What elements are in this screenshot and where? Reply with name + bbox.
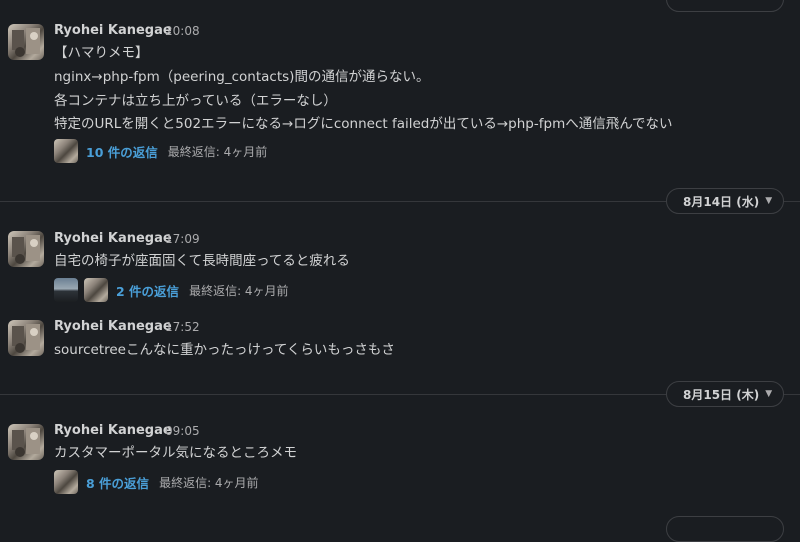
message-text-line: 特定のURLを開くと502エラーになる→ログにconnect failedが出て… (54, 116, 673, 132)
message-text-line: 自宅の椅子が座面固くて長時間座ってると疲れる (54, 253, 350, 269)
date-separator-pill-partial[interactable] (666, 516, 784, 542)
message-timestamp[interactable]: 17:52 (165, 320, 200, 334)
message-text-line: 各コンテナは立ち上がっている（エラーなし） (54, 93, 337, 109)
last-reply-time: 最終返信: 4ヶ月前 (167, 144, 268, 159)
message-text-line: 【ハマりメモ】 (54, 45, 149, 61)
avatar[interactable] (8, 320, 44, 356)
date-label: 8月15日 (木) (683, 387, 760, 402)
reply-count-link[interactable]: 2 件の返信 (116, 281, 179, 300)
avatar[interactable] (8, 24, 44, 60)
message-timestamp[interactable]: 17:09 (165, 232, 200, 246)
reply-count-link[interactable]: 10 件の返信 (86, 142, 158, 161)
message-timestamp[interactable]: 09:05 (165, 424, 200, 438)
message-author[interactable]: Ryohei Kanegae (54, 231, 172, 246)
last-reply-time: 最終返信: 4ヶ月前 (159, 475, 259, 490)
avatar[interactable] (8, 424, 44, 460)
thread-replies-bar[interactable]: 10 件の返信 最終返信: 4ヶ月前 (54, 138, 267, 164)
chevron-down-icon: ▼ (765, 389, 773, 399)
reply-count-link[interactable]: 8 件の返信 (86, 473, 149, 492)
last-reply-time: 最終返信: 4ヶ月前 (189, 283, 289, 298)
avatar[interactable] (8, 231, 44, 267)
date-label: 8月14日 (水) (683, 194, 760, 209)
thread-replies-bar[interactable]: 2 件の返信 最終返信: 4ヶ月前 (54, 277, 289, 303)
chevron-down-icon: ▼ (765, 196, 773, 206)
reply-avatar (84, 278, 108, 302)
reply-avatar (54, 470, 78, 494)
message-timestamp[interactable]: 20:08 (165, 24, 200, 38)
message-author[interactable]: Ryohei Kanegae (54, 319, 172, 334)
reply-avatar (54, 139, 78, 163)
date-separator-pill[interactable]: 8月15日 (木) ▼ (666, 381, 784, 407)
reply-avatar (54, 278, 78, 302)
message-text-line: カスタマーポータル気になるところメモ (54, 445, 297, 461)
message-author[interactable]: Ryohei Kanegae (54, 23, 172, 38)
date-separator-pill[interactable]: 8月14日 (水) ▼ (666, 188, 784, 214)
message-author[interactable]: Ryohei Kanegae (54, 423, 172, 438)
message-text-line: sourcetreeこんなに重かったっけってくらいもっさもさ (54, 342, 395, 358)
date-separator-pill-partial[interactable] (666, 0, 784, 12)
thread-replies-bar[interactable]: 8 件の返信 最終返信: 4ヶ月前 (54, 469, 259, 495)
message-text-line: nginx→php-fpm（peering_contacts)間の通信が通らない… (54, 69, 430, 85)
